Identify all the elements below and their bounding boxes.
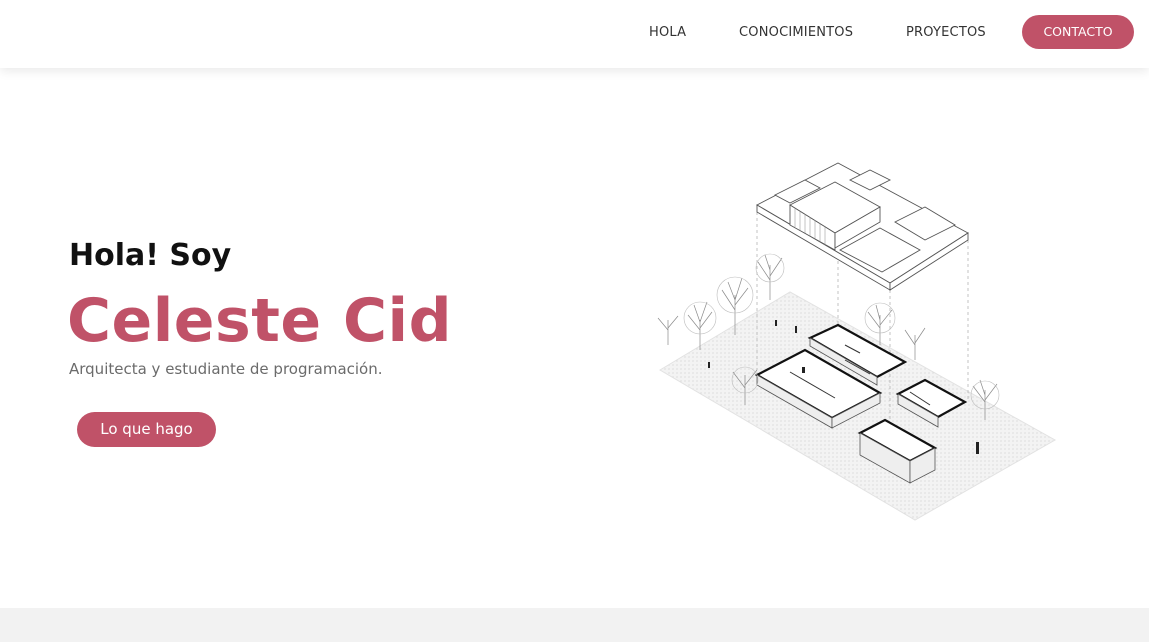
hero-name: Celeste Cid <box>67 286 453 356</box>
nav-link-proyectos[interactable]: PROYECTOS <box>906 25 986 40</box>
hero-subtitle: Arquitecta y estudiante de programación. <box>69 360 383 378</box>
navbar: HOLA CONOCIMIENTOS PROYECTOS CONTACTO <box>0 0 1149 68</box>
house-isometric-illustration <box>657 162 1057 521</box>
nav-link-conocimientos[interactable]: CONOCIMIENTOS <box>739 25 853 40</box>
footer-band <box>0 608 1149 642</box>
what-i-do-button[interactable]: Lo que hago <box>77 412 216 447</box>
contact-button[interactable]: CONTACTO <box>1022 15 1134 49</box>
nav-link-hola[interactable]: HOLA <box>649 25 686 40</box>
hero-greeting: Hola! Soy <box>69 238 232 273</box>
